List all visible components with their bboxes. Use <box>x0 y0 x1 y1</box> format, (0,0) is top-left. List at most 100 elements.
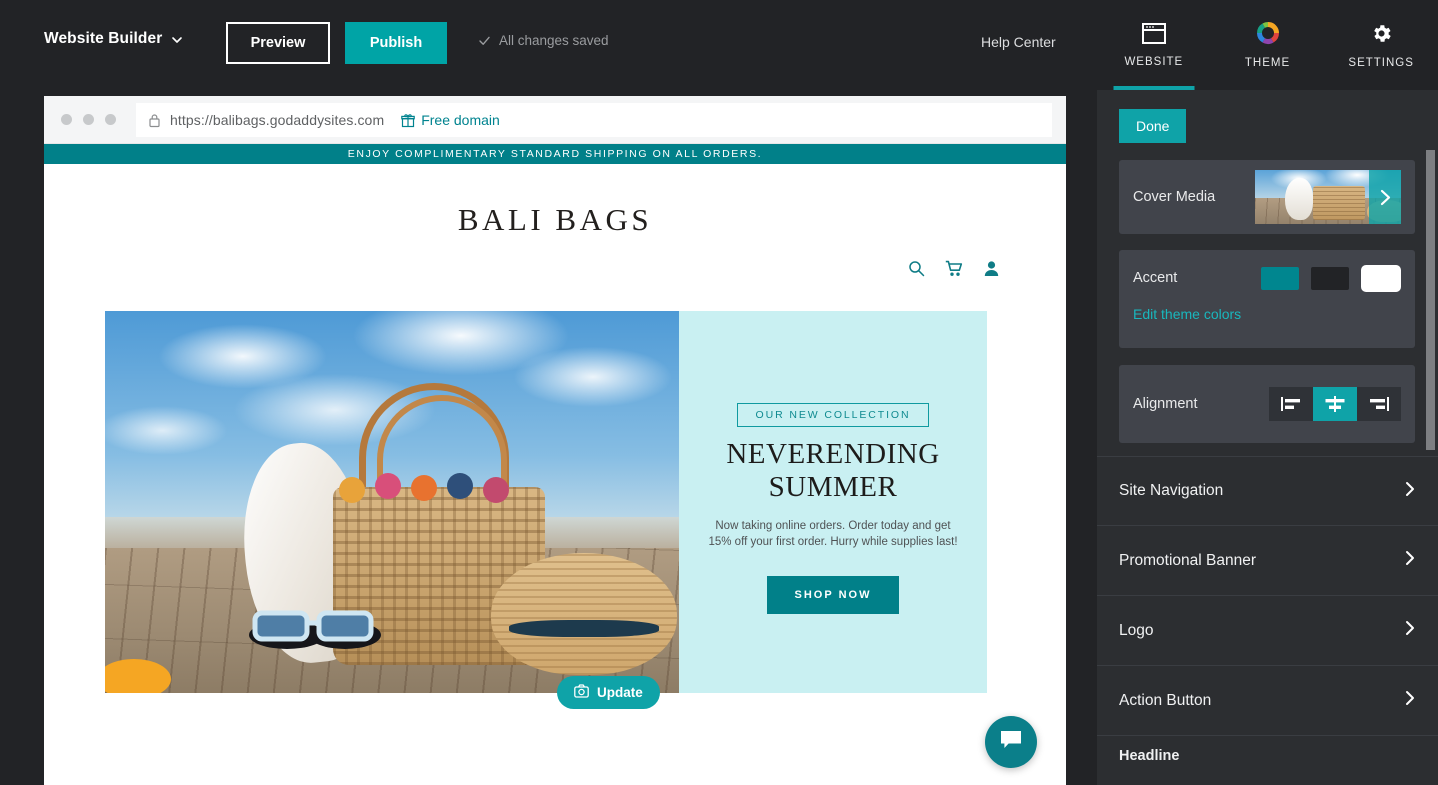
pompom-decor <box>447 473 473 499</box>
cover-media-thumbnail[interactable] <box>1255 170 1401 224</box>
hero-headline[interactable]: NEVERENDING SUMMER <box>699 438 967 504</box>
hero-copy-panel: OUR NEW COLLECTION NEVERENDING SUMMER No… <box>679 311 987 693</box>
chevron-right-icon <box>1404 550 1416 571</box>
accent-swatch-white-selected[interactable] <box>1361 264 1401 292</box>
align-right-icon[interactable] <box>1357 387 1401 421</box>
tab-website-label: WEBSITE <box>1124 55 1184 68</box>
cover-media-label: Cover Media <box>1133 189 1216 205</box>
tab-settings-label: SETTINGS <box>1348 56 1414 69</box>
free-domain-link[interactable]: Free domain <box>401 112 500 128</box>
hero-eyebrow[interactable]: OUR NEW COLLECTION <box>736 403 930 427</box>
accent-swatch-teal[interactable] <box>1261 266 1299 290</box>
chevron-right-icon <box>1404 690 1416 711</box>
window-dot <box>83 114 94 125</box>
hero-cover-image[interactable] <box>105 311 679 693</box>
chat-support-button[interactable] <box>985 716 1037 768</box>
tab-theme-label: THEME <box>1244 57 1291 69</box>
lock-icon <box>148 113 161 128</box>
thumb-scarf <box>1285 178 1313 220</box>
sunglasses <box>247 603 383 651</box>
accent-swatches <box>1261 264 1401 292</box>
site-logo[interactable]: BALI BAGS <box>44 202 1066 238</box>
accent-swatch-dark[interactable] <box>1311 266 1349 290</box>
site-header: BALI BAGS <box>44 164 1066 277</box>
section-action-button[interactable]: Action Button <box>1097 666 1438 736</box>
pompom-decor <box>483 477 509 503</box>
section-promotional-banner-label: Promotional Banner <box>1119 551 1256 569</box>
alignment-options <box>1269 387 1401 421</box>
alignment-card: Alignment <box>1119 365 1415 443</box>
tab-theme[interactable]: THEME <box>1211 0 1325 90</box>
update-button-label: Update <box>597 685 643 700</box>
hero-subtext-line1: Now taking online orders. Order today an… <box>715 520 951 532</box>
section-promotional-banner[interactable]: Promotional Banner <box>1097 526 1438 596</box>
chevron-down-icon <box>171 34 183 46</box>
thumb-basket <box>1313 186 1365 220</box>
chat-bubble-icon <box>999 729 1023 756</box>
gift-icon <box>401 113 416 128</box>
preview-button[interactable]: Preview <box>226 22 330 64</box>
editor-side-panel: WEBSITE THEME SETTINGS Done Cover Media … <box>1097 0 1438 785</box>
gear-icon <box>1370 22 1393 48</box>
website-builder-menu-label: Website Builder <box>44 30 163 47</box>
publish-button[interactable]: Publish <box>345 22 447 64</box>
hero-headline-line2: SUMMER <box>768 471 898 503</box>
window-dot <box>61 114 72 125</box>
hero-subtext-line2: 15% off your first order. Hurry while su… <box>708 536 958 548</box>
section-site-navigation[interactable]: Site Navigation <box>1097 456 1438 526</box>
panel-tab-bar: WEBSITE THEME SETTINGS <box>1097 0 1438 90</box>
accent-label: Accent <box>1133 270 1178 286</box>
section-action-button-label: Action Button <box>1119 691 1212 709</box>
update-cover-button[interactable]: Update <box>557 676 660 709</box>
chevron-right-icon[interactable] <box>1369 170 1401 224</box>
cover-media-card[interactable]: Cover Media <box>1119 160 1415 234</box>
browser-window-icon <box>1141 22 1166 47</box>
search-icon[interactable] <box>908 260 925 277</box>
website-builder-menu[interactable]: Website Builder <box>44 30 183 48</box>
straw-hat <box>491 553 677 675</box>
chevron-right-icon <box>1404 620 1416 641</box>
help-center-link[interactable]: Help Center <box>981 34 1056 50</box>
alignment-label: Alignment <box>1133 396 1198 412</box>
accent-card: Accent Edit theme colors <box>1119 250 1415 348</box>
free-domain-label: Free domain <box>421 112 500 128</box>
address-bar[interactable]: https://balibags.godaddysites.com Free d… <box>136 103 1052 137</box>
hat-band <box>509 620 659 637</box>
color-wheel-icon <box>1256 21 1280 48</box>
panel-content: Done Cover Media Accent Edit theme color… <box>1097 90 1438 785</box>
edit-theme-colors-link[interactable]: Edit theme colors <box>1133 306 1241 336</box>
publish-button-label: Publish <box>369 35 423 51</box>
section-headline[interactable]: Headline <box>1097 736 1438 776</box>
account-icon[interactable] <box>983 260 1000 277</box>
hero-section[interactable]: OUR NEW COLLECTION NEVERENDING SUMMER No… <box>105 311 987 693</box>
panel-scrollbar-thumb[interactable] <box>1426 150 1435 450</box>
align-center-icon[interactable] <box>1313 387 1357 421</box>
section-logo[interactable]: Logo <box>1097 596 1438 666</box>
shop-now-button[interactable]: SHOP NOW <box>766 576 900 614</box>
cart-icon[interactable] <box>945 260 963 277</box>
save-status: All changes saved <box>478 33 609 48</box>
section-logo-label: Logo <box>1119 621 1154 639</box>
chevron-right-icon <box>1404 481 1416 502</box>
align-left-icon[interactable] <box>1269 387 1313 421</box>
website-builder-app: Website Builder Preview Publish All chan… <box>0 0 1438 785</box>
hero-subtext[interactable]: Now taking online orders. Order today an… <box>699 518 967 550</box>
accent-row: Accent <box>1133 250 1401 306</box>
pompom-decor <box>339 477 365 503</box>
camera-icon <box>574 684 589 701</box>
window-dot <box>105 114 116 125</box>
tab-settings[interactable]: SETTINGS <box>1324 0 1438 90</box>
browser-chrome-bar: https://balibags.godaddysites.com Free d… <box>44 96 1066 144</box>
promotional-banner-strip[interactable]: ENJOY COMPLIMENTARY STANDARD SHIPPING ON… <box>44 144 1066 164</box>
section-site-navigation-label: Site Navigation <box>1119 482 1224 499</box>
check-icon <box>478 34 491 47</box>
pompom-decor <box>375 473 401 499</box>
done-button[interactable]: Done <box>1119 109 1187 143</box>
save-status-label: All changes saved <box>499 33 609 48</box>
panel-section-list: Site Navigation Promotional Banner Logo <box>1097 456 1438 776</box>
url-text: https://balibags.godaddysites.com <box>170 112 385 128</box>
site-header-icons <box>44 238 1066 277</box>
pompom-decor <box>411 475 437 501</box>
tab-website[interactable]: WEBSITE <box>1097 0 1211 90</box>
site-preview-pane: https://balibags.godaddysites.com Free d… <box>44 96 1066 785</box>
